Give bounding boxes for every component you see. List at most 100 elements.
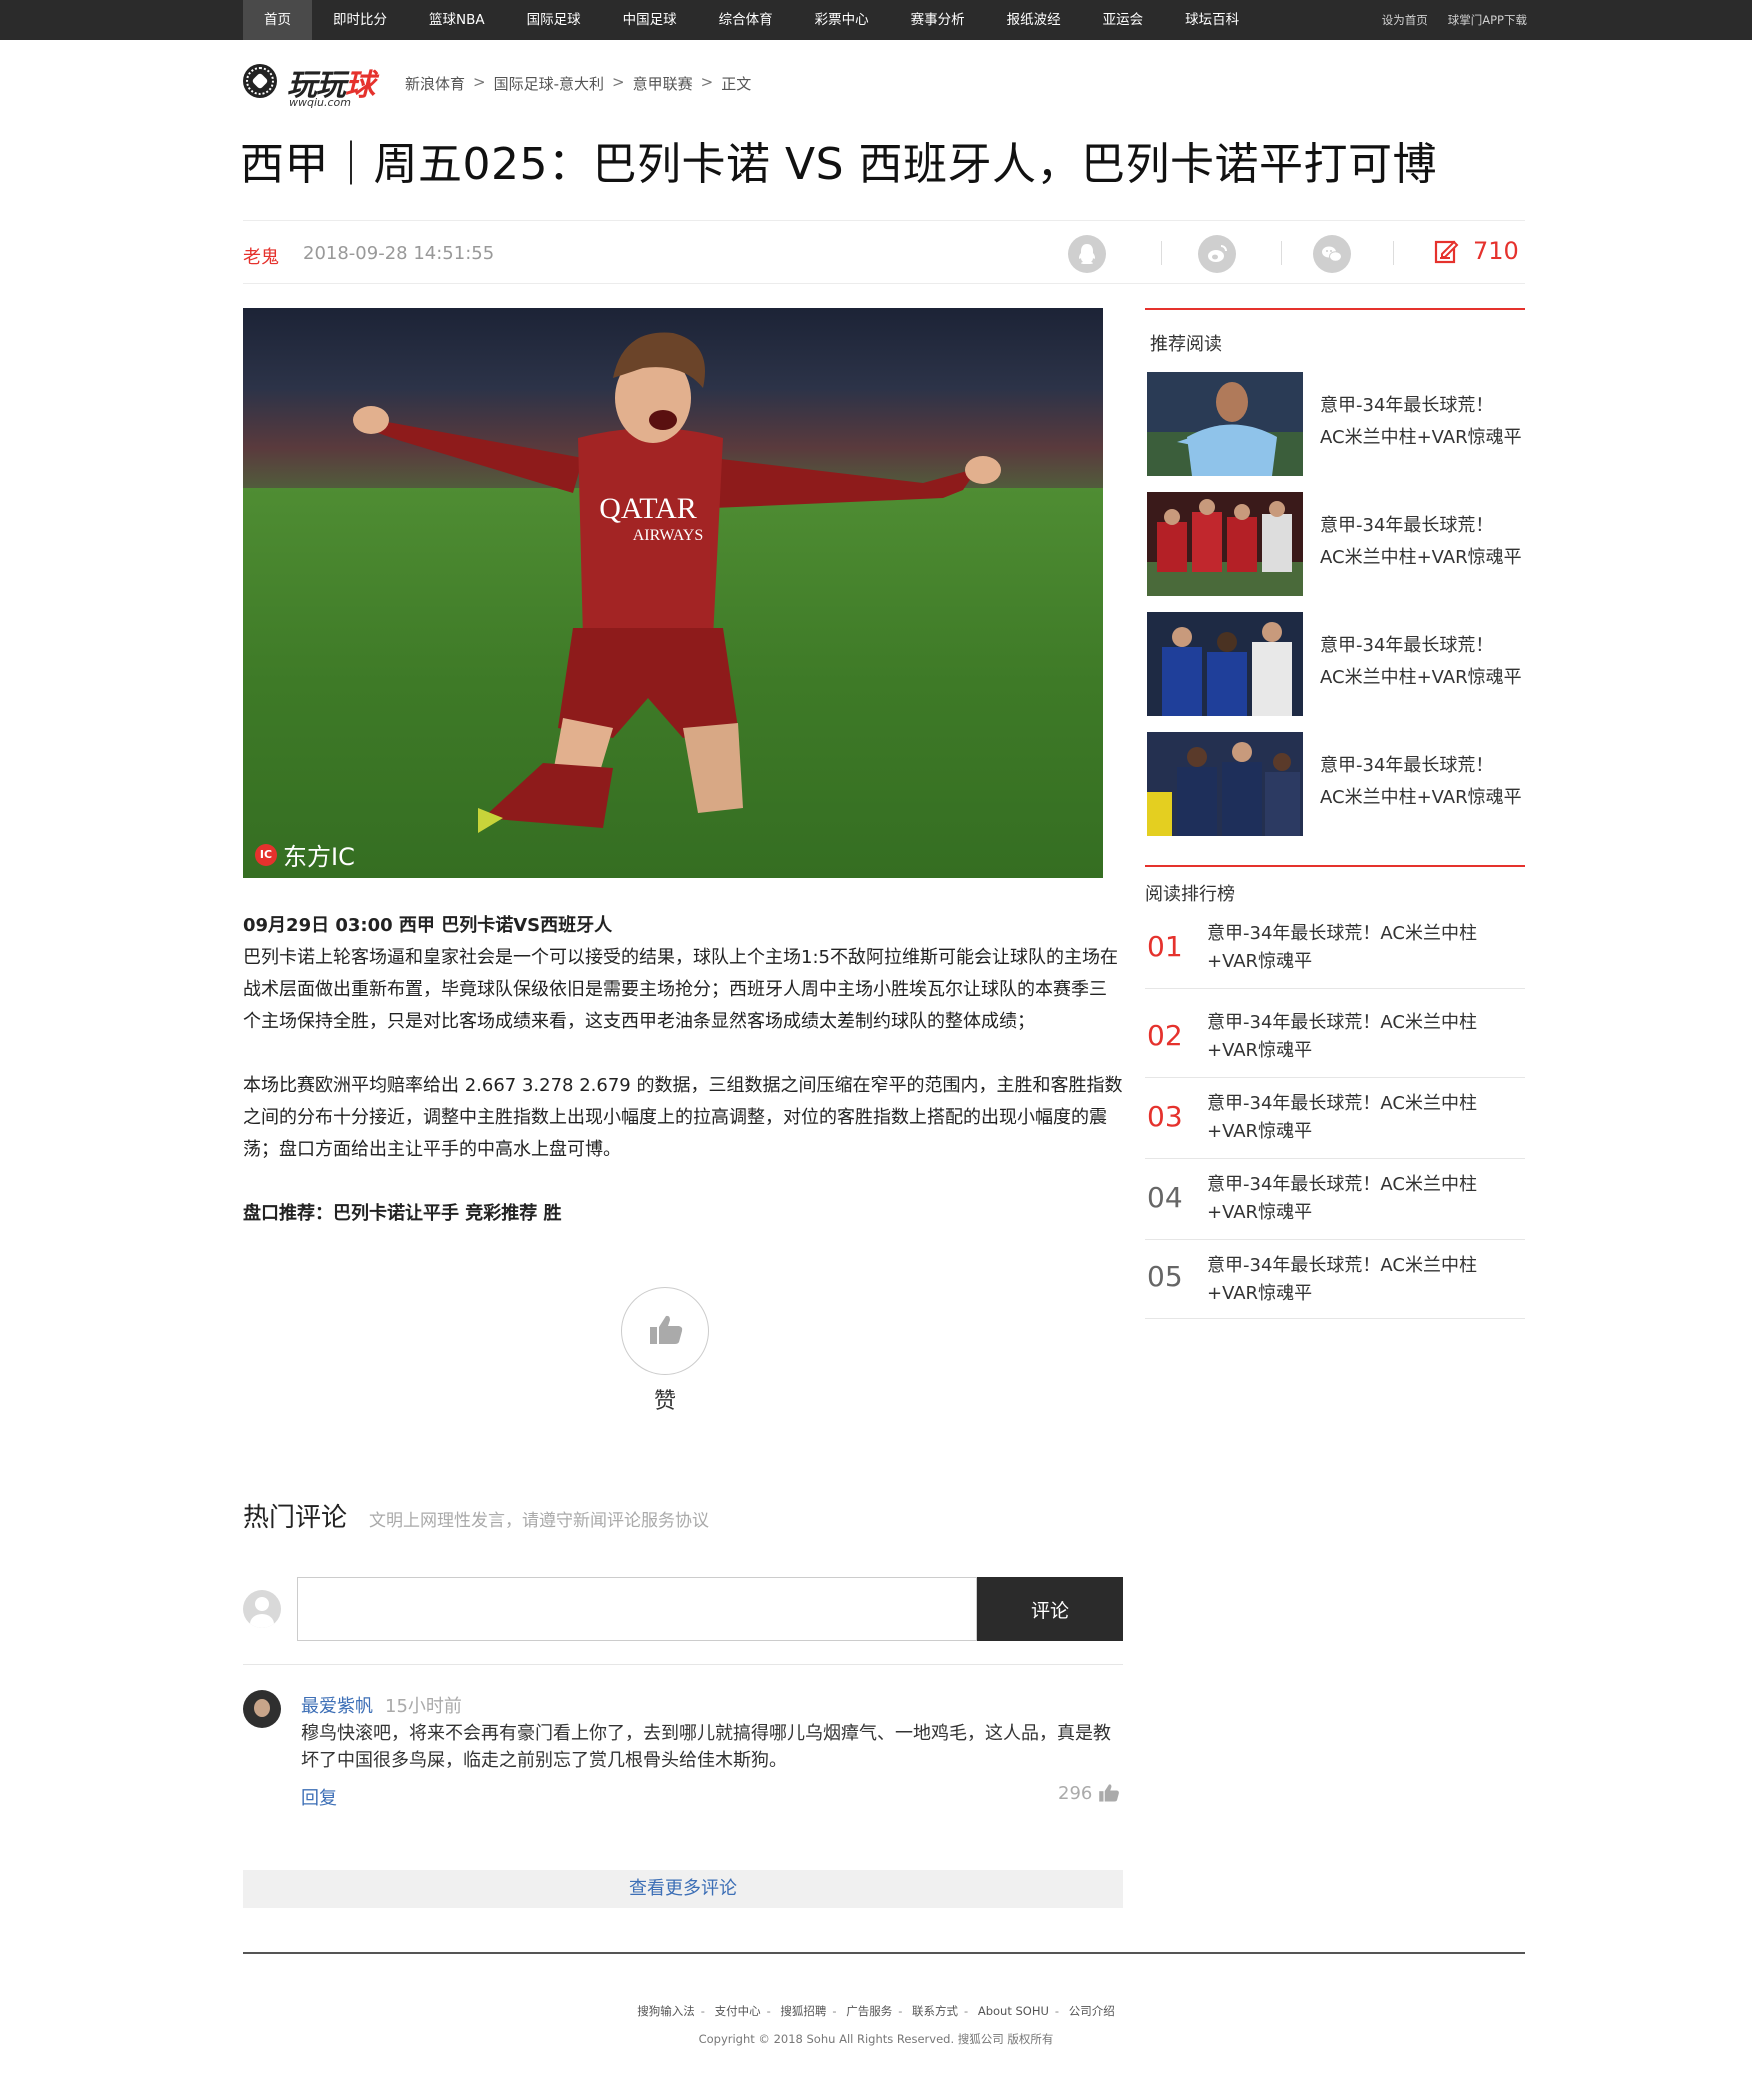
recommended-thumbnail [1147, 372, 1303, 476]
recommended-heading: 推荐阅读 [1150, 334, 1222, 355]
weibo-icon[interactable] [1198, 235, 1236, 273]
nav-item-general-sports[interactable]: 综合体育 [698, 0, 794, 40]
nav-item-nba[interactable]: 篮球NBA [408, 0, 506, 40]
ranking-item[interactable]: 03 意甲-34年最长球荒！AC米兰中柱+VAR惊魂平 [1145, 1078, 1525, 1159]
recommended-item[interactable]: 意甲-34年最长球荒！ AC米兰中柱+VAR惊魂平 [1147, 612, 1525, 716]
thumbs-up-icon [1099, 1784, 1120, 1802]
article-paragraph: 本场比赛欧洲平均赔率给出 2.667 3.278 2.679 的数据，三组数据之… [243, 1075, 1123, 1160]
app-download-link[interactable]: 球掌门APP下载 [1448, 0, 1527, 40]
copyright: Copyright © 2018 Sohu All Rights Reserve… [698, 2032, 1054, 2046]
commenter-avatar[interactable] [243, 1690, 281, 1728]
divider [243, 1664, 1123, 1665]
like-label: 赞 [653, 1389, 676, 1414]
recommended-text: 意甲-34年最长球荒！ AC米兰中柱+VAR惊魂平 [1320, 755, 1522, 808]
breadcrumb-current: 正文 [721, 75, 752, 93]
article-body: 09月29日 03:00 西甲 巴列卡诺VS西班牙人 巴列卡诺上轮客场逼和皇家社… [243, 910, 1123, 1230]
sidebar-accent-line [1145, 308, 1525, 310]
ranking-item[interactable]: 02 意甲-34年最长球荒！AC米兰中柱+VAR惊魂平 [1145, 989, 1525, 1078]
author-name[interactable]: 老鬼 [243, 243, 279, 269]
breadcrumb-separator: > [473, 73, 486, 91]
comment-count: 710 [1473, 237, 1519, 265]
comments-header: 热门评论 文明上网理性发言，请遵守新闻评论服务协议 [243, 1497, 709, 1534]
set-homepage-link[interactable]: 设为首页 [1382, 0, 1428, 40]
recommended-thumbnail [1147, 612, 1303, 716]
recommended-text: 意甲-34年最长球荒！ AC米兰中柱+VAR惊魂平 [1320, 635, 1522, 688]
rank-title: 意甲-34年最长球荒！AC米兰中柱+VAR惊魂平 [1207, 1174, 1477, 1223]
nav-item-encyclopedia[interactable]: 球坛百科 [1164, 0, 1260, 40]
jersey-sponsor-text: QATAR [599, 492, 697, 525]
logo-domain: wwqiu.com [289, 96, 351, 109]
comments-heading: 热门评论 [243, 1503, 348, 1533]
site-logo[interactable]: 玩玩球 wwqiu.com [243, 60, 388, 110]
sidebar-accent-line [1145, 865, 1525, 867]
commenter-name[interactable]: 最爱紫帆 [301, 1692, 373, 1718]
breadcrumb-separator: > [612, 73, 625, 91]
nav-item-home[interactable]: 首页 [243, 0, 312, 40]
breadcrumb-item[interactable]: 新浪体育 [405, 73, 465, 94]
rank-title: 意甲-34年最长球荒！AC米兰中柱+VAR惊魂平 [1207, 1255, 1477, 1304]
nav-item-asian-games[interactable]: 亚运会 [1082, 0, 1165, 40]
rank-title: 意甲-34年最长球荒！AC米兰中柱+VAR惊魂平 [1207, 1012, 1477, 1061]
thumbs-up-icon [650, 1315, 683, 1344]
footer-link[interactable]: 支付中心 [715, 2004, 761, 2018]
nav-item-china-football[interactable]: 中国足球 [602, 0, 698, 40]
reply-link[interactable]: 回复 [301, 1784, 337, 1810]
nav-item-newspaper[interactable]: 报纸波经 [986, 0, 1082, 40]
footer-link[interactable]: 公司介绍 [1069, 2004, 1115, 2018]
nav-item-live-scores[interactable]: 即时比分 [312, 0, 408, 40]
comment-input[interactable] [297, 1577, 977, 1641]
soccer-ball-icon [243, 64, 277, 98]
share-divider [1393, 241, 1394, 265]
article-meta-bar: 老鬼 2018-09-28 14:51:55 710 [243, 220, 1525, 284]
recommended-thumbnail [1147, 732, 1303, 836]
like-button[interactable] [621, 1287, 709, 1375]
footer-link[interactable]: 搜狐招聘 [780, 2004, 826, 2018]
share-divider [1281, 241, 1282, 265]
jersey-sponsor-text-2: AIRWAYS [633, 527, 704, 544]
footer-link[interactable]: 联系方式 [912, 2004, 958, 2018]
breadcrumb: 新浪体育 > 国际足球-意大利 > 意甲联赛 > 正文 [405, 73, 751, 94]
breadcrumb-item[interactable]: 国际足球-意大利 [494, 73, 604, 94]
comment-count-button[interactable]: 710 [1433, 237, 1519, 265]
comment-submit-button[interactable]: 评论 [977, 1577, 1123, 1641]
nav-item-match-analysis[interactable]: 赛事分析 [890, 0, 986, 40]
article-hero-image: QATAR AIRWAYS IC 东方IC [243, 308, 1103, 878]
comment-text: 穆鸟快滚吧，将来不会再有豪门看上你了，去到哪儿就搞得哪儿乌烟瘴气、一地鸡毛，这人… [301, 1723, 1111, 1771]
view-more-comments-button[interactable]: 查看更多评论 [243, 1870, 1123, 1908]
rank-title: 意甲-34年最长球荒！AC米兰中柱+VAR惊魂平 [1207, 923, 1477, 972]
image-credit-label: 东方IC [283, 843, 355, 871]
match-headline: 09月29日 03:00 西甲 巴列卡诺VS西班牙人 [243, 915, 613, 936]
publish-date: 2018-09-28 14:51:55 [303, 243, 495, 264]
nav-item-intl-football[interactable]: 国际足球 [506, 0, 602, 40]
qq-icon[interactable] [1068, 235, 1106, 273]
recommended-item[interactable]: 意甲-34年最长球荒！ AC米兰中柱+VAR惊魂平 [1147, 732, 1525, 836]
comment-edit-icon [1434, 240, 1459, 264]
rank-number: 05 [1147, 1260, 1183, 1293]
image-credit: IC 东方IC [255, 837, 355, 872]
wechat-icon[interactable] [1313, 235, 1351, 273]
celebrating-player-figure: QATAR AIRWAYS [353, 332, 1001, 833]
ranking-item[interactable]: 01 意甲-34年最长球荒！AC米兰中柱+VAR惊魂平 [1145, 908, 1525, 989]
breadcrumb-separator: > [700, 73, 714, 91]
user-placeholder-icon [243, 1590, 281, 1628]
recommended-item[interactable]: 意甲-34年最长球荒！ AC米兰中柱+VAR惊魂平 [1147, 492, 1525, 596]
ranking-item[interactable]: 04 意甲-34年最长球荒！AC米兰中柱+VAR惊魂平 [1145, 1159, 1525, 1240]
comment-like-count: 296 [1058, 1782, 1093, 1804]
breadcrumb-item[interactable]: 意甲联赛 [633, 73, 693, 94]
ranking-heading: 阅读排行榜 [1145, 884, 1235, 905]
rank-number: 01 [1147, 930, 1183, 963]
recommended-item[interactable]: 意甲-34年最长球荒！ AC米兰中柱+VAR惊魂平 [1147, 372, 1525, 476]
ranking-item[interactable]: 05 意甲-34年最长球荒！AC米兰中柱+VAR惊魂平 [1145, 1240, 1525, 1319]
comment-time: 15小时前 [385, 1696, 462, 1717]
betting-recommendation: 盘口推荐：巴列卡诺让平手 竞彩推荐 胜 [243, 1203, 562, 1224]
footer-link[interactable]: 搜狗输入法 [637, 2004, 695, 2018]
nav-menu: 首页 即时比分 篮球NBA 国际足球 中国足球 综合体育 彩票中心 赛事分析 报… [243, 0, 1260, 40]
footer-link[interactable]: 广告服务 [846, 2004, 892, 2018]
top-navigation-bar: 首页 即时比分 篮球NBA 国际足球 中国足球 综合体育 彩票中心 赛事分析 报… [0, 0, 1752, 40]
comment-like-button[interactable]: 296 [1058, 1782, 1120, 1804]
rank-number: 03 [1147, 1100, 1183, 1133]
ic-logo-icon: IC [255, 843, 277, 866]
recommended-thumbnail [1147, 492, 1303, 596]
footer-link[interactable]: About SOHU [978, 2004, 1049, 2018]
nav-item-lottery[interactable]: 彩票中心 [794, 0, 890, 40]
